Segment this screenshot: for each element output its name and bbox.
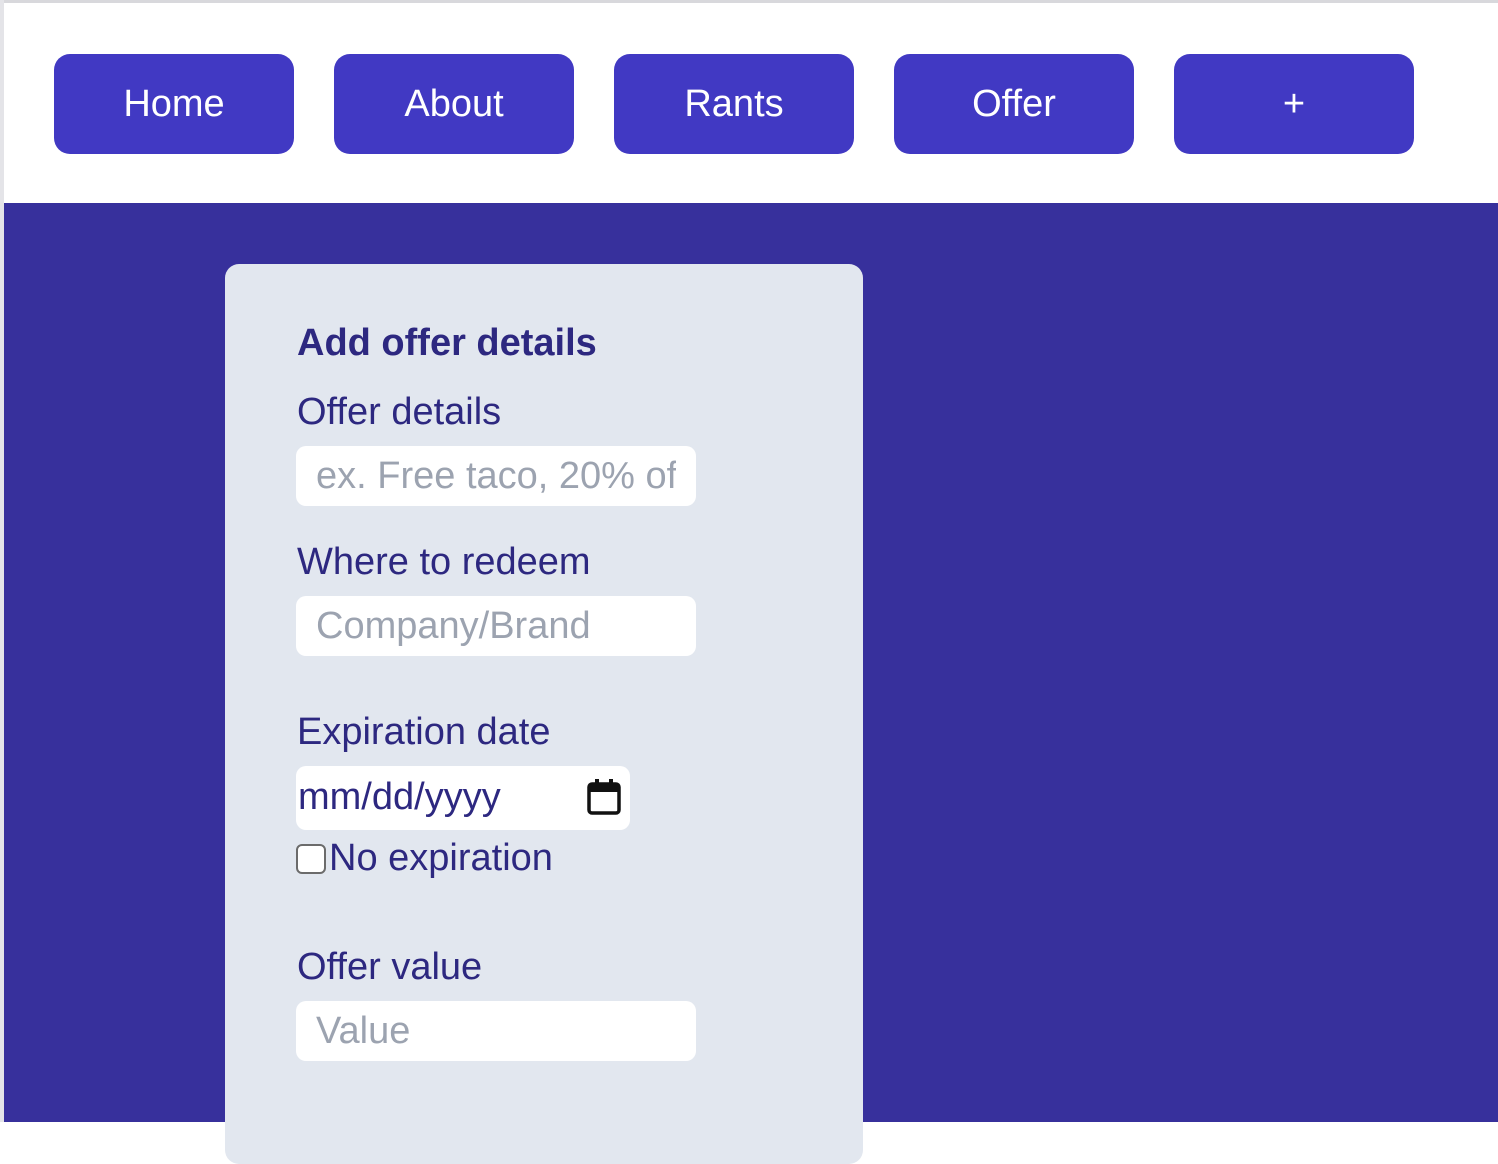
no-expiration-checkbox[interactable] bbox=[296, 844, 326, 874]
nav-home-button[interactable]: Home bbox=[54, 54, 294, 154]
offer-value-input[interactable] bbox=[296, 1001, 696, 1061]
offer-value-label: Offer value bbox=[297, 946, 483, 988]
nav-offer-button[interactable]: Offer bbox=[894, 54, 1134, 154]
offer-details-input[interactable] bbox=[296, 446, 696, 506]
where-to-redeem-label: Where to redeem bbox=[297, 541, 591, 583]
nav-about-button[interactable]: About bbox=[334, 54, 574, 154]
calendar-icon[interactable] bbox=[586, 778, 622, 816]
where-to-redeem-input[interactable] bbox=[296, 596, 696, 656]
no-expiration-label[interactable]: No expiration bbox=[329, 837, 553, 880]
expiration-date-value: mm/dd/yyyy bbox=[298, 776, 501, 818]
main-content-area: Add offer details Offer details Where to… bbox=[4, 203, 1498, 1164]
nav-add-button[interactable]: + bbox=[1174, 54, 1414, 154]
nav-rants-button[interactable]: Rants bbox=[614, 54, 854, 154]
form-title: Add offer details bbox=[297, 322, 597, 364]
add-offer-form-card: Add offer details Offer details Where to… bbox=[225, 264, 863, 1164]
offer-details-label: Offer details bbox=[297, 391, 502, 433]
expiration-date-label: Expiration date bbox=[297, 711, 551, 753]
expiration-date-input[interactable]: mm/dd/yyyy bbox=[296, 766, 630, 830]
top-navigation-bar: Home About Rants Offer + bbox=[4, 3, 1498, 203]
